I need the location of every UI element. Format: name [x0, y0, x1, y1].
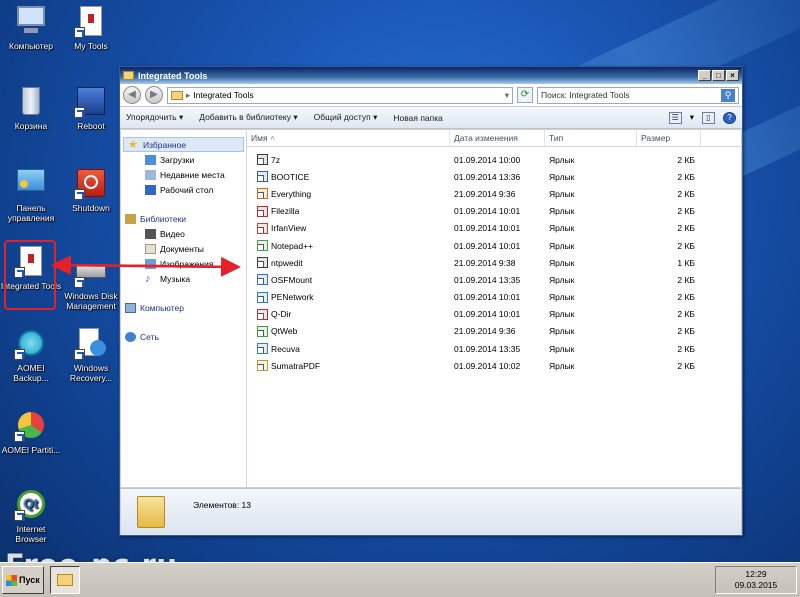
clock-time: 12:29 [745, 569, 767, 579]
windows-flag-icon [6, 574, 17, 586]
start-button[interactable]: Пуск [2, 566, 44, 594]
folder-icon [57, 574, 73, 586]
taskbar: Пуск 12:29 09.03.2015 [0, 562, 800, 597]
taskbar-explorer-item[interactable] [50, 566, 80, 594]
clock-date: 09.03.2015 [734, 580, 778, 590]
system-clock[interactable]: 12:29 09.03.2015 [715, 566, 797, 594]
annotation-arrow [51, 255, 241, 277]
